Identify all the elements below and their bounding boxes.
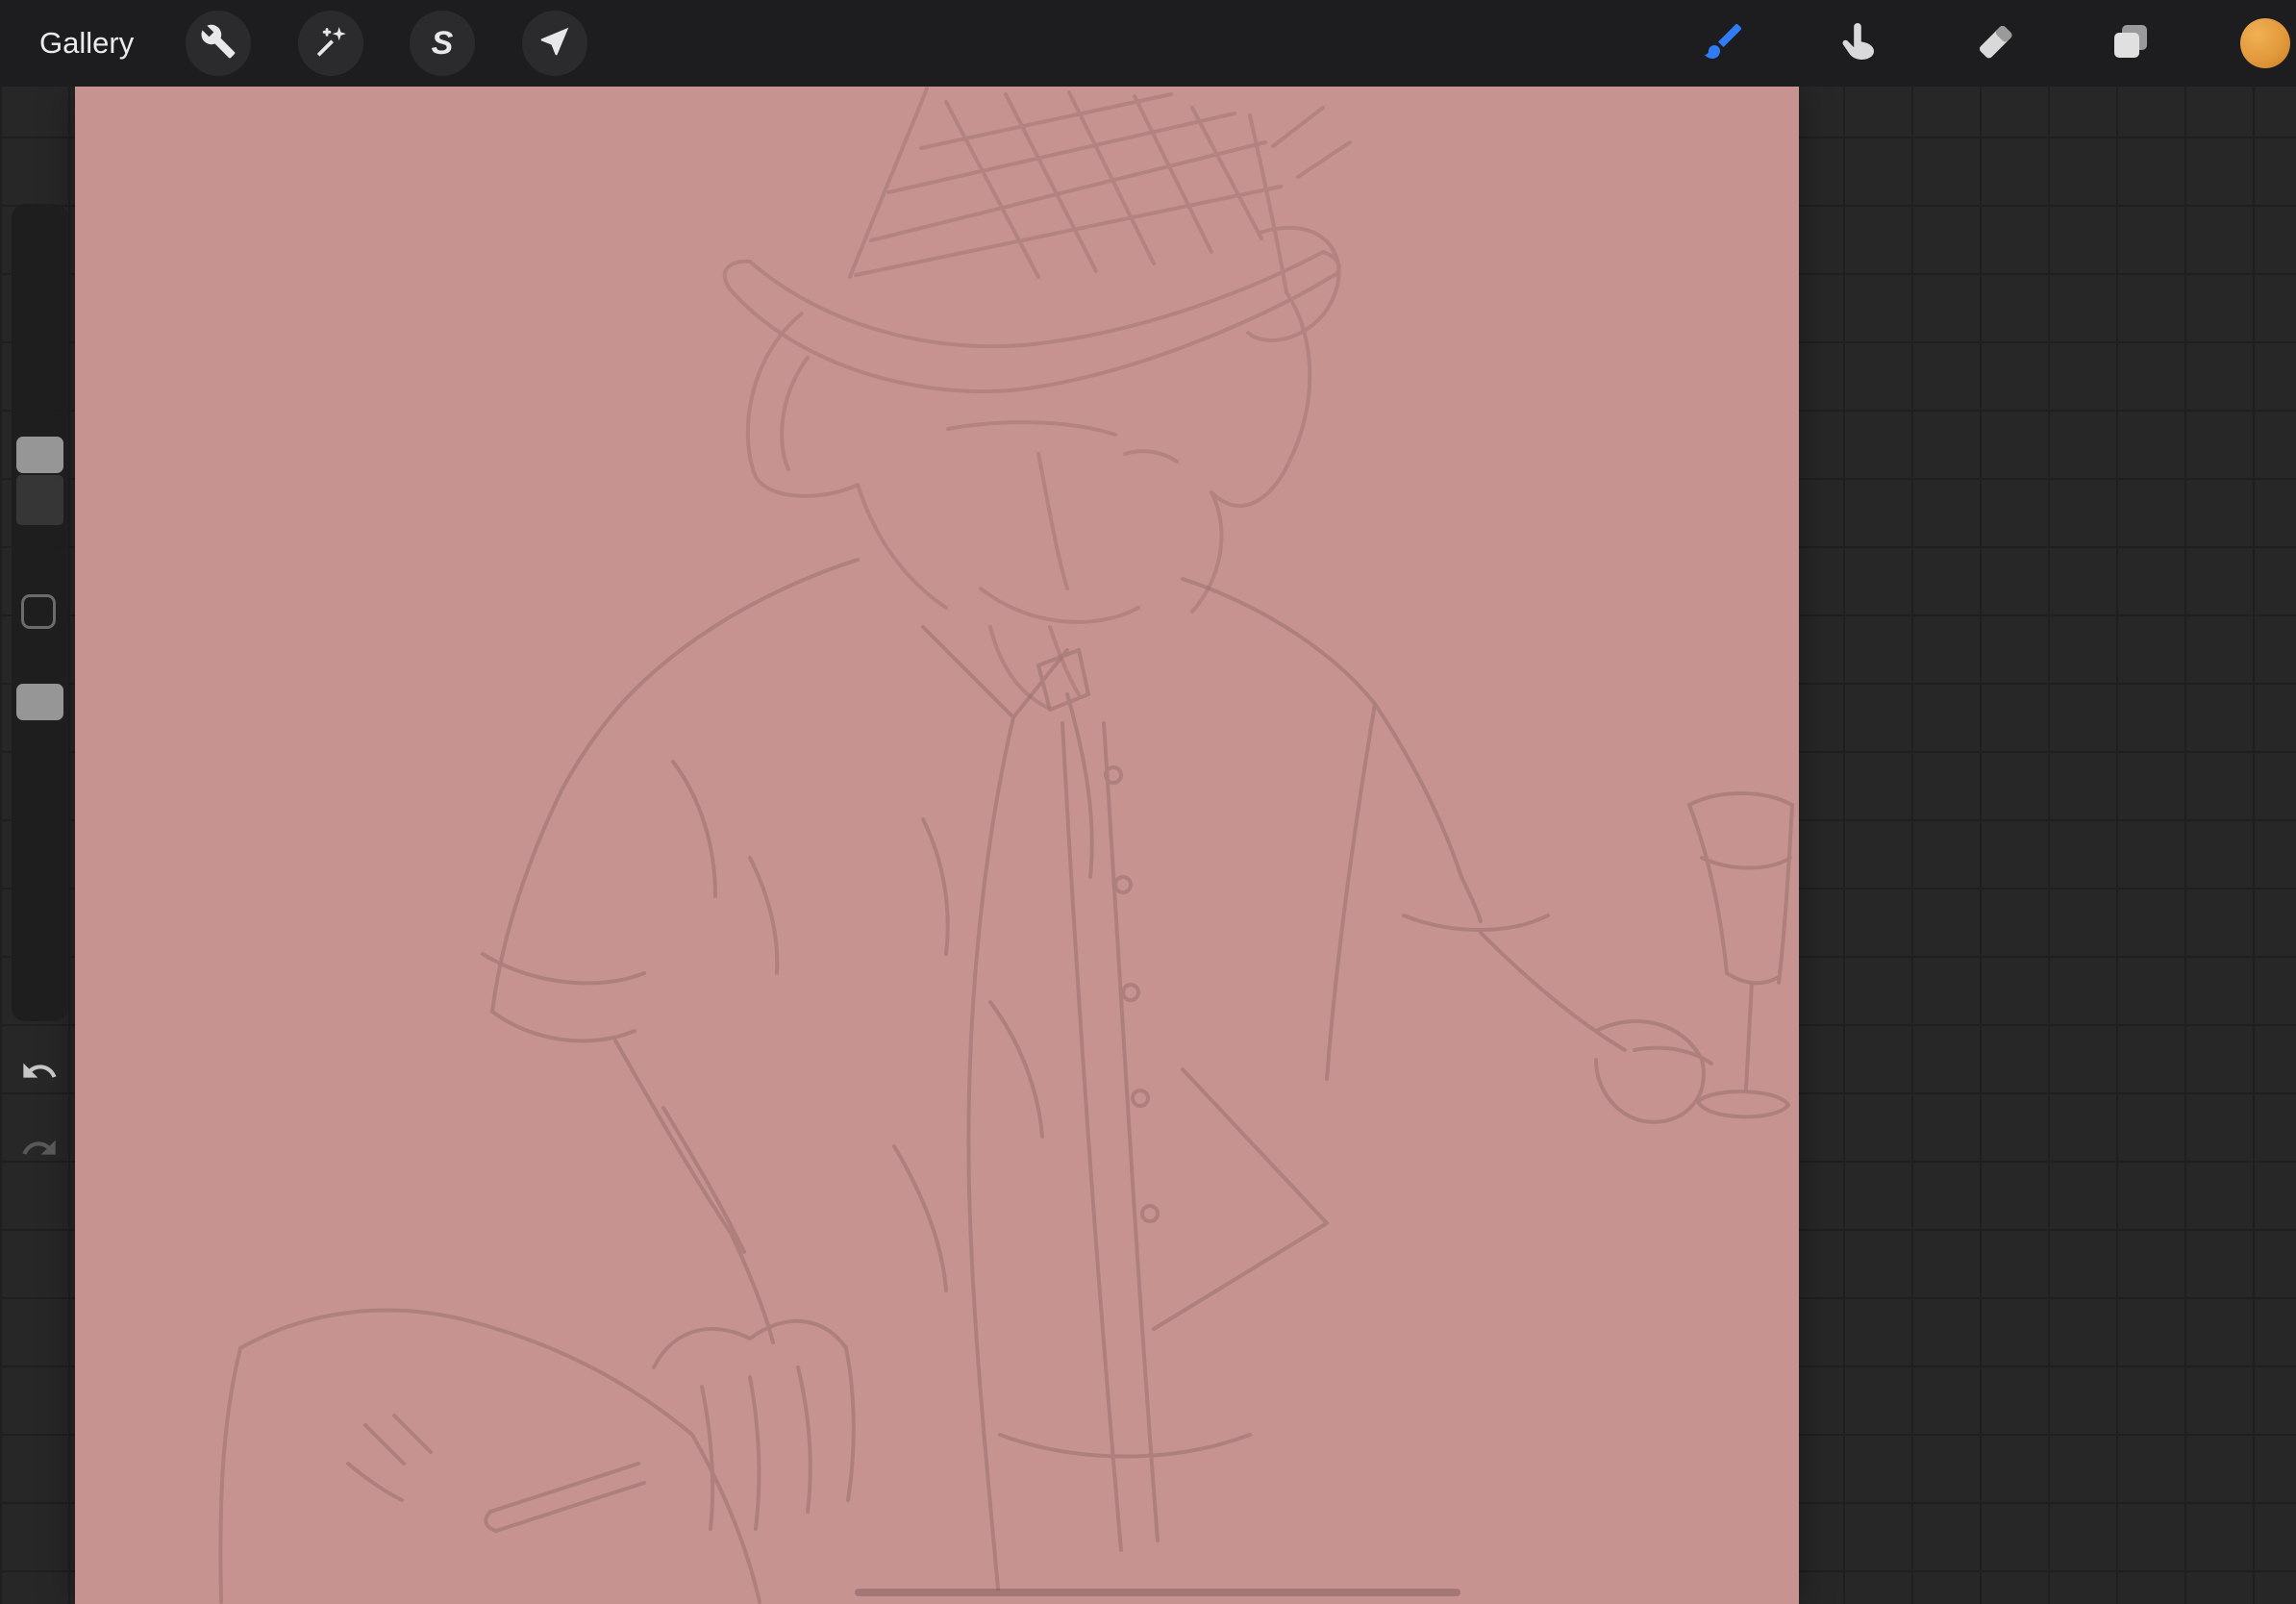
smudge-finger-icon [1836,18,1883,69]
layers-button[interactable] [2106,18,2156,68]
brush-opacity-slider[interactable] [12,629,68,1021]
transform-arrow-icon [537,23,573,64]
transform-button[interactable] [522,11,587,76]
paintbrush-icon [1701,18,1747,69]
undo-button[interactable] [16,1050,62,1096]
magic-wand-icon [312,23,349,64]
brush-sidebar [12,204,68,1021]
gallery-button[interactable]: Gallery [39,0,134,87]
smudge-tool-button[interactable] [1834,18,1884,68]
size-slider-fill [16,475,63,525]
actions-button[interactable] [186,11,251,76]
eraser-icon [1972,18,2018,69]
color-swatch[interactable] [2240,18,2290,68]
redo-arrow-icon [20,1129,59,1172]
layers-icon [2108,18,2154,69]
brush-size-slider[interactable] [12,204,68,613]
modify-button[interactable] [21,594,56,629]
erase-tool-button[interactable] [1970,18,2020,68]
opacity-slider-handle[interactable] [16,684,63,720]
home-indicator [855,1589,1460,1596]
selection-button[interactable]: S [410,11,475,76]
undo-arrow-icon [20,1052,59,1095]
selection-s-icon: S [431,25,454,62]
drawing-canvas[interactable] [75,87,1799,1604]
adjustments-button[interactable] [298,11,363,76]
procreate-workspace: Gallery S [0,0,2296,1604]
redo-button[interactable] [16,1127,62,1173]
top-toolbar: Gallery S [0,0,2296,87]
paint-tool-button[interactable] [1699,18,1749,68]
size-slider-handle[interactable] [16,437,63,473]
canvas-artwork [218,87,1794,1604]
wrench-icon [200,23,237,64]
